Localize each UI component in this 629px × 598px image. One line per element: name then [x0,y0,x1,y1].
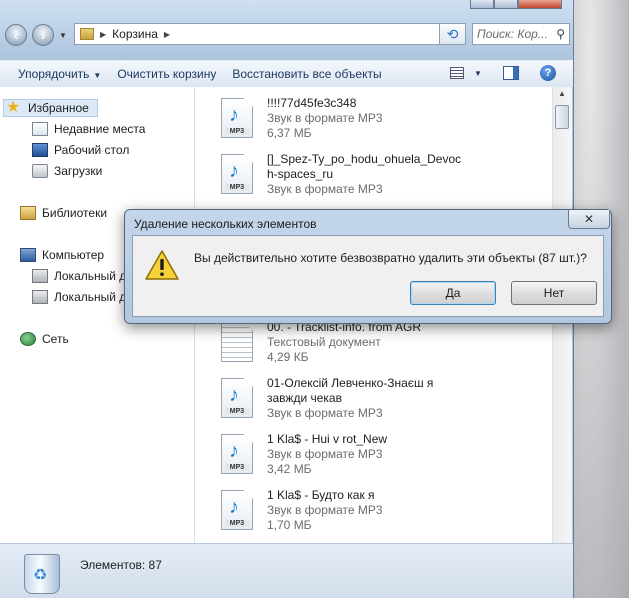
history-dropdown-icon[interactable]: ▼ [59,31,67,40]
list-item[interactable]: ♪ MP3 1 Kla$ - Будто как я Звук в формате… [221,488,551,543]
close-icon: ✕ [583,212,595,226]
mp3-file-icon: ♪ MP3 [221,98,253,138]
computer-icon [20,248,36,262]
refresh-button[interactable]: ⟲ [440,23,466,45]
libraries-icon [20,206,36,220]
downloads-icon [32,164,48,178]
recent-places-icon [32,122,48,136]
dialog-body: Вы действительно хотите безвозвратно уда… [132,235,604,317]
back-button[interactable]: ‹ [5,24,27,46]
view-options-icon[interactable] [450,67,464,79]
search-placeholder: Поиск: Кор... [477,27,548,41]
preview-pane-icon[interactable] [503,66,519,80]
chevron-down-icon[interactable]: ▼ [474,69,482,78]
nav-desktop[interactable]: Рабочий стол [32,143,129,157]
nav-downloads[interactable]: Загрузки [32,164,102,178]
mp3-file-icon: ♪ MP3 [221,434,253,474]
nav-computer[interactable]: Компьютер [20,248,104,262]
chevron-down-icon: ▼ [93,71,102,80]
drive-icon [32,269,48,283]
forward-button[interactable]: › [32,24,54,46]
nav-local-disk-d[interactable]: Локальный д [32,290,126,304]
help-icon[interactable]: ? [540,65,556,81]
desktop-icon [32,143,48,157]
text-file-icon [221,322,253,362]
list-item[interactable]: ♪ MP3 []_Spez-Ty_po_hodu_ohuela_Devoc h-s… [221,152,551,216]
breadcrumb-location[interactable]: Корзина [112,27,158,41]
arrow-right-icon: › [40,27,46,43]
nav-favorites[interactable]: ★ Избранное [3,99,98,117]
search-input[interactable]: Поиск: Кор... ⚲ [472,23,570,45]
delete-confirm-dialog: Удаление нескольких элементов ✕ Вы дейст… [124,209,612,324]
arrow-left-icon: ‹ [13,27,19,43]
address-bar[interactable]: ▶ Корзина ▶ [74,23,440,45]
dialog-title: Удаление нескольких элементов [134,217,317,231]
network-icon [20,332,36,346]
breadcrumb-separator-icon[interactable]: ▶ [100,30,106,39]
dialog-message: Вы действительно хотите безвозвратно уда… [194,251,587,265]
item-count: Элементов: 87 [80,558,162,572]
list-item[interactable]: ♪ MP3 01-Олексій Левченко-Знаєш я завжди … [221,376,551,440]
search-icon[interactable]: ⚲ [556,27,565,41]
list-item[interactable]: 00. - Tracklist-info. from AGR Текстовый… [221,320,551,384]
star-icon: ★ [6,99,21,116]
nav-local-disk-c[interactable]: Локальный д [32,269,126,283]
address-row: ‹ › ▼ ▶ Корзина ▶ ⟲ Поиск: Кор... ⚲ [0,0,573,60]
restore-all-button[interactable]: Восстановить все объекты [224,67,389,81]
organize-button[interactable]: Упорядочить ▼ [10,67,109,81]
mp3-file-icon: ♪ MP3 [221,378,253,418]
command-bar: Упорядочить ▼ Очистить корзину Восстанови… [0,60,573,88]
recycle-bin-small-icon [80,28,94,40]
refresh-icon: ⟲ [446,25,459,42]
drive-icon [32,290,48,304]
nav-recent-places[interactable]: Недавние места [32,122,145,136]
list-item[interactable]: ♪ MP3 1 Kla$ - Hui v rot_New Звук в форма… [221,432,551,496]
mp3-file-icon: ♪ MP3 [221,154,253,194]
no-button[interactable]: Нет [511,281,597,305]
dialog-close-button[interactable]: ✕ [568,210,610,229]
nav-libraries[interactable]: Библиотеки [20,206,107,220]
status-bar: Элементов: 87 [0,543,573,598]
warning-icon [145,250,179,280]
nav-network[interactable]: Сеть [20,332,69,346]
breadcrumb-separator-icon[interactable]: ▶ [164,30,170,39]
empty-recycle-bin-button[interactable]: Очистить корзину [109,67,224,81]
recycle-bin-icon [24,554,60,594]
scroll-thumb[interactable] [555,105,569,129]
list-item[interactable]: ♪ MP3 !!!!77d45fe3c348 Звук в формате MP3… [221,96,551,160]
yes-button[interactable]: Да [410,281,496,305]
mp3-file-icon: ♪ MP3 [221,490,253,530]
scroll-up-icon[interactable]: ▲ [554,89,570,103]
